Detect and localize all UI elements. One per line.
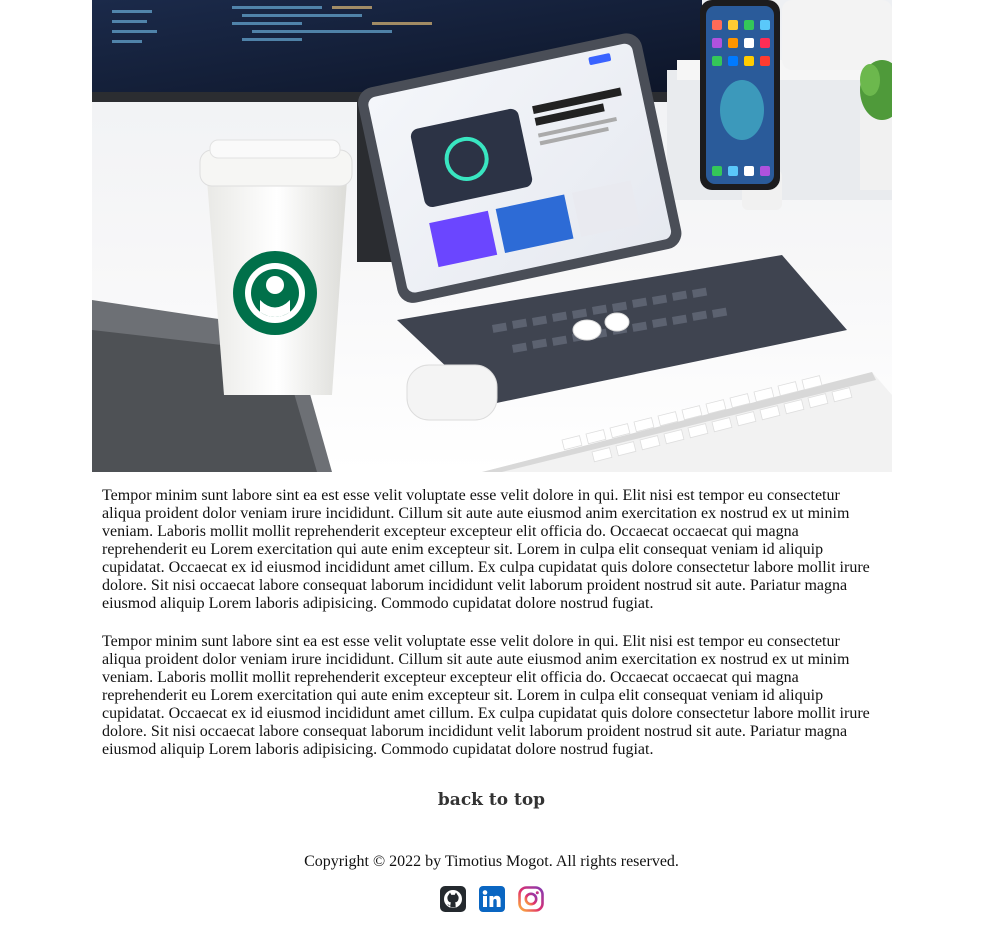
copyright-text: Copyright © 2022 by Timotius Mogot. All … <box>304 853 679 870</box>
article-paragraph-2: Tempor minim sunt labore sint ea est ess… <box>102 633 870 758</box>
article-body: Tempor minim sunt labore sint ea est ess… <box>102 487 877 779</box>
github-link[interactable] <box>439 886 466 912</box>
back-to-top-link[interactable]: back to top <box>0 790 983 810</box>
hero-image <box>92 0 892 472</box>
linkedin-link[interactable] <box>478 886 505 912</box>
instagram-link[interactable] <box>517 886 544 912</box>
hero-illustration <box>92 0 892 472</box>
linkedin-icon <box>478 886 505 912</box>
github-icon <box>439 886 466 912</box>
article-paragraph-1: Tempor minim sunt labore sint ea est ess… <box>102 487 870 612</box>
social-links <box>0 886 983 912</box>
instagram-icon <box>517 886 544 912</box>
